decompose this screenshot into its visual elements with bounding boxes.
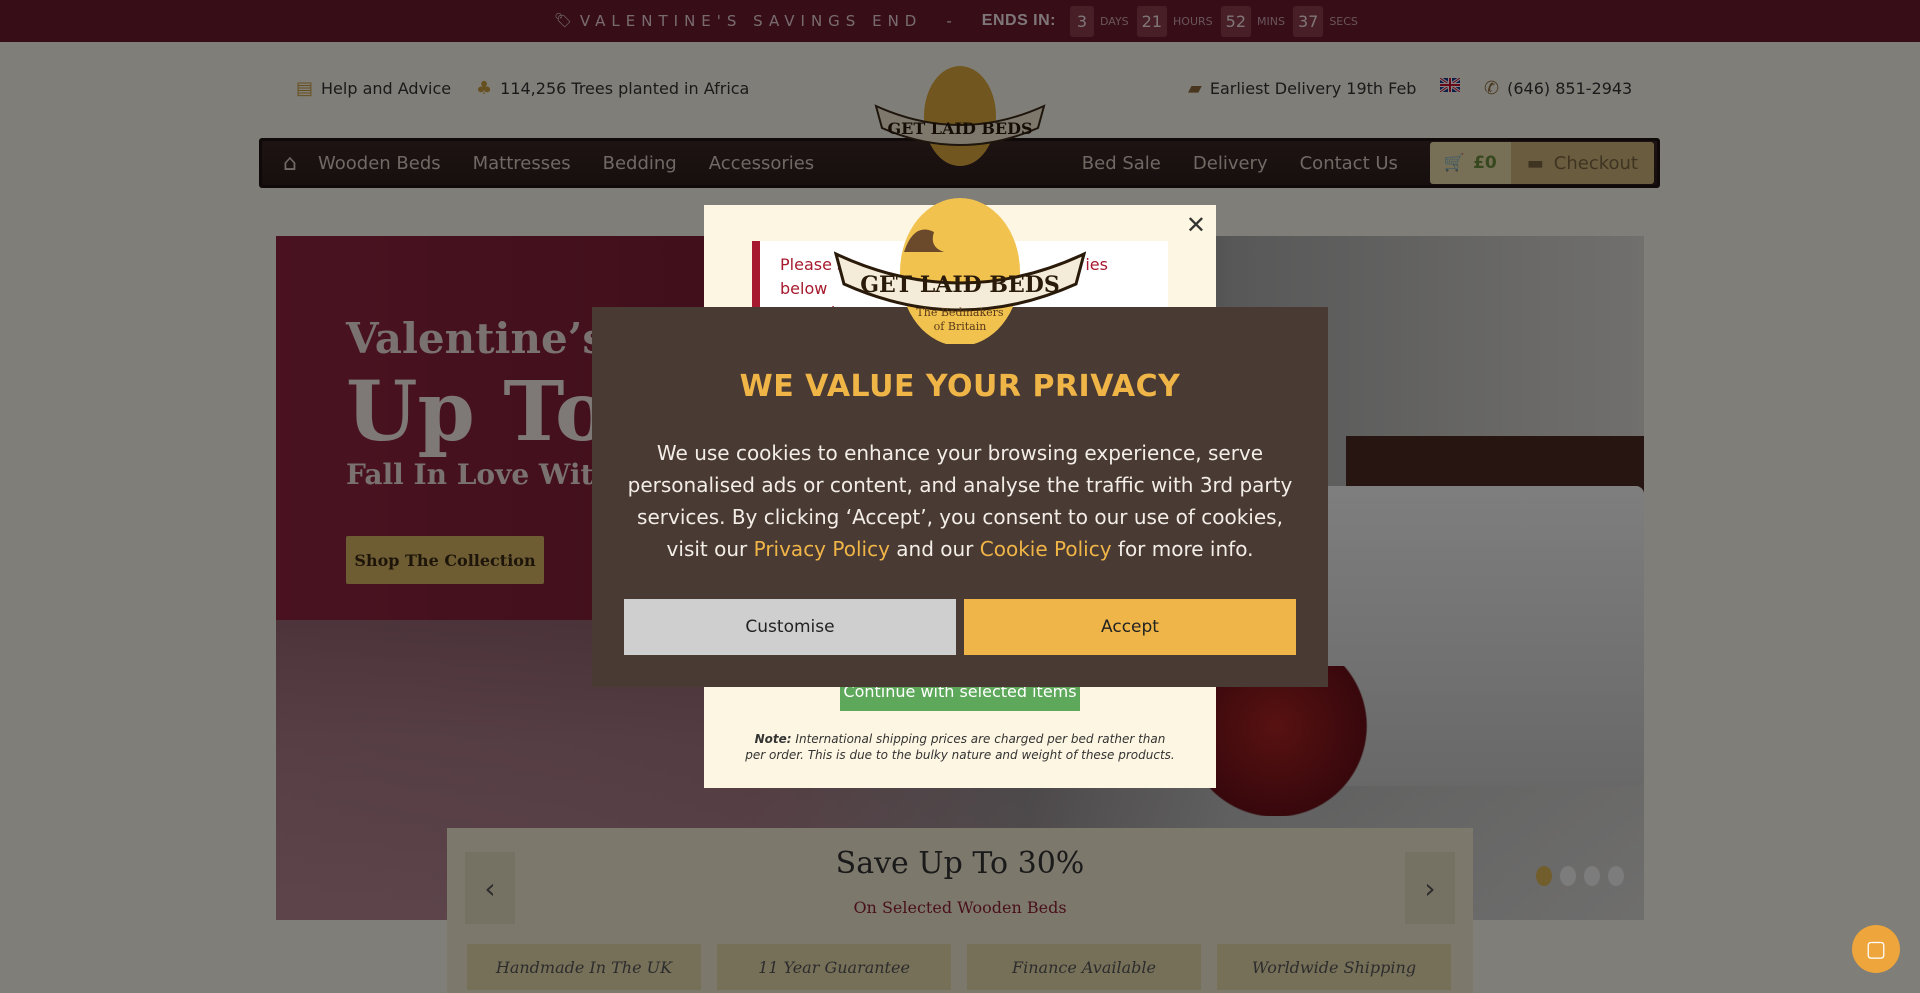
modal-logo-tagline2: of Britain	[934, 320, 987, 333]
note-text: International shipping prices are charge…	[745, 732, 1175, 762]
customise-button[interactable]: Customise	[624, 599, 956, 655]
chat-icon[interactable]: ▢	[1852, 925, 1900, 973]
shipping-note: Note: International shipping prices are …	[744, 731, 1176, 763]
privacy-title: WE VALUE YOUR PRIVACY	[739, 369, 1181, 404]
modal-logo-text: GET LAID BEDS	[860, 272, 1059, 298]
modal-logo: GET LAID BEDS The Bedmakers of Britain	[834, 198, 1086, 344]
privacy-after: for more info.	[1117, 537, 1254, 561]
privacy-text: We use cookies to enhance your browsing …	[622, 437, 1298, 565]
cookie-policy-link[interactable]: Cookie Policy	[980, 537, 1112, 561]
note-label: Note:	[754, 732, 792, 746]
close-icon[interactable]: ✕	[1186, 211, 1206, 239]
modal-logo-tagline1: The Bedmakers	[916, 306, 1003, 319]
accept-button[interactable]: Accept	[964, 599, 1296, 655]
privacy-modal: WE VALUE YOUR PRIVACY We use cookies to …	[592, 307, 1328, 687]
privacy-and: and our	[896, 537, 974, 561]
privacy-policy-link[interactable]: Privacy Policy	[754, 537, 890, 561]
